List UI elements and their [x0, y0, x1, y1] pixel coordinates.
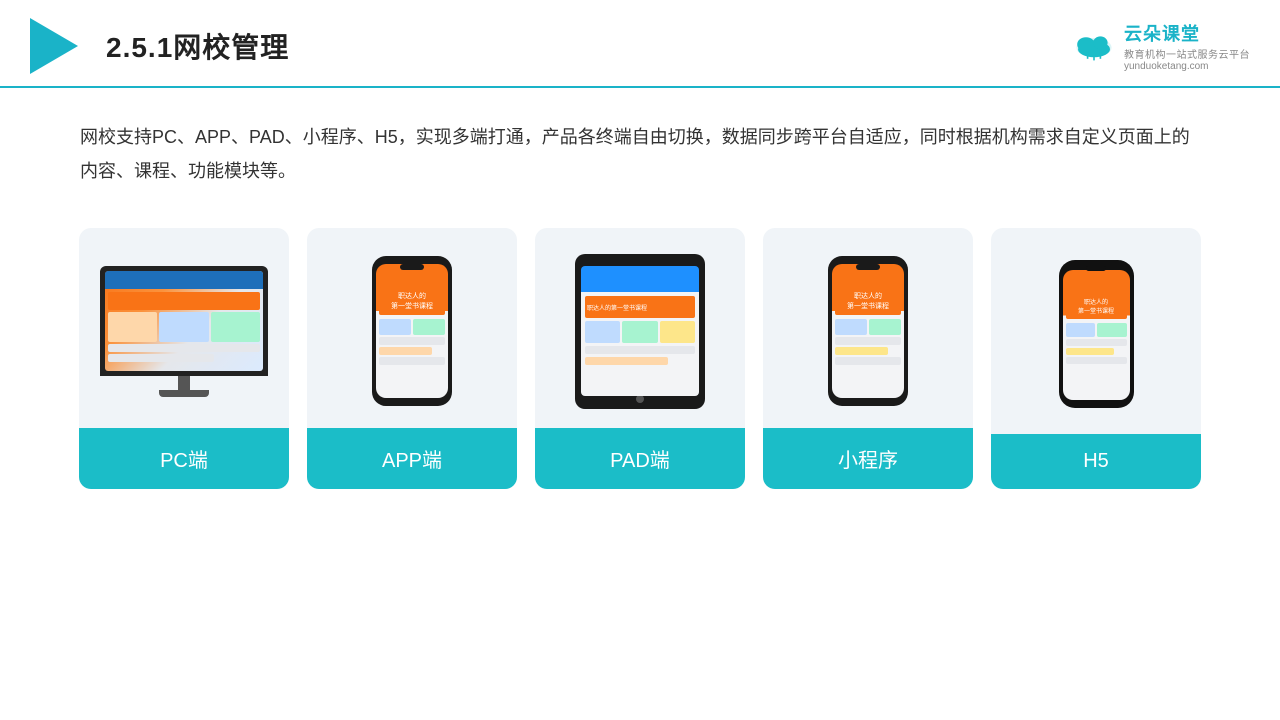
card-image-app: 职达人的第一堂书课程 — [307, 228, 517, 428]
card-image-pad: 职达人的第一堂书课程 — [535, 228, 745, 428]
cards-container: PC端 职达人的第一堂书课程 — [0, 208, 1280, 509]
card-label-miniapp: 小程序 — [763, 428, 973, 489]
phone-h5-icon: 职达人的第一堂书课程 — [1059, 260, 1134, 408]
page-title: 2.5.1网校管理 — [106, 26, 289, 66]
card-app: 职达人的第一堂书课程 APP端 — [307, 228, 517, 489]
card-pad: 职达人的第一堂书课程 PAD端 — [535, 228, 745, 489]
brand-tagline: 教育机构一站式服务云平台 — [1124, 46, 1250, 61]
brand-text-container: 云朵课堂 教育机构一站式服务云平台 yunduoketang.com — [1124, 20, 1250, 72]
description-text: 网校支持PC、APP、PAD、小程序、H5，实现多端打通，产品各终端自由切换，数… — [0, 88, 1280, 208]
tablet-pad-icon: 职达人的第一堂书课程 — [575, 254, 705, 409]
header-right: 云朵课堂 教育机构一站式服务云平台 yunduoketang.com — [1070, 20, 1250, 72]
card-miniapp: 职达人的第一堂书课程 小程序 — [763, 228, 973, 489]
card-label-h5: H5 — [991, 434, 1201, 489]
card-h5: 职达人的第一堂书课程 H5 — [991, 228, 1201, 489]
logo-triangle-icon — [30, 18, 78, 74]
header: 2.5.1网校管理 云朵课堂 教育机构一站式服务云平台 yunduoketang… — [0, 0, 1280, 88]
brand-url: yunduoketang.com — [1124, 61, 1250, 72]
brand-name: 云朵课堂 — [1124, 20, 1250, 46]
card-label-app: APP端 — [307, 428, 517, 489]
cloud-icon — [1070, 30, 1118, 62]
card-pc: PC端 — [79, 228, 289, 489]
brand-logo: 云朵课堂 教育机构一站式服务云平台 yunduoketang.com — [1070, 20, 1250, 72]
card-image-miniapp: 职达人的第一堂书课程 — [763, 228, 973, 428]
card-image-pc — [79, 228, 289, 428]
phone-miniapp-icon: 职达人的第一堂书课程 — [828, 256, 908, 406]
card-label-pc: PC端 — [79, 428, 289, 489]
card-label-pad: PAD端 — [535, 428, 745, 489]
header-left: 2.5.1网校管理 — [30, 18, 289, 74]
phone-app-icon: 职达人的第一堂书课程 — [372, 256, 452, 406]
card-image-h5: 职达人的第一堂书课程 — [991, 228, 1201, 434]
pc-monitor-icon — [100, 266, 268, 397]
